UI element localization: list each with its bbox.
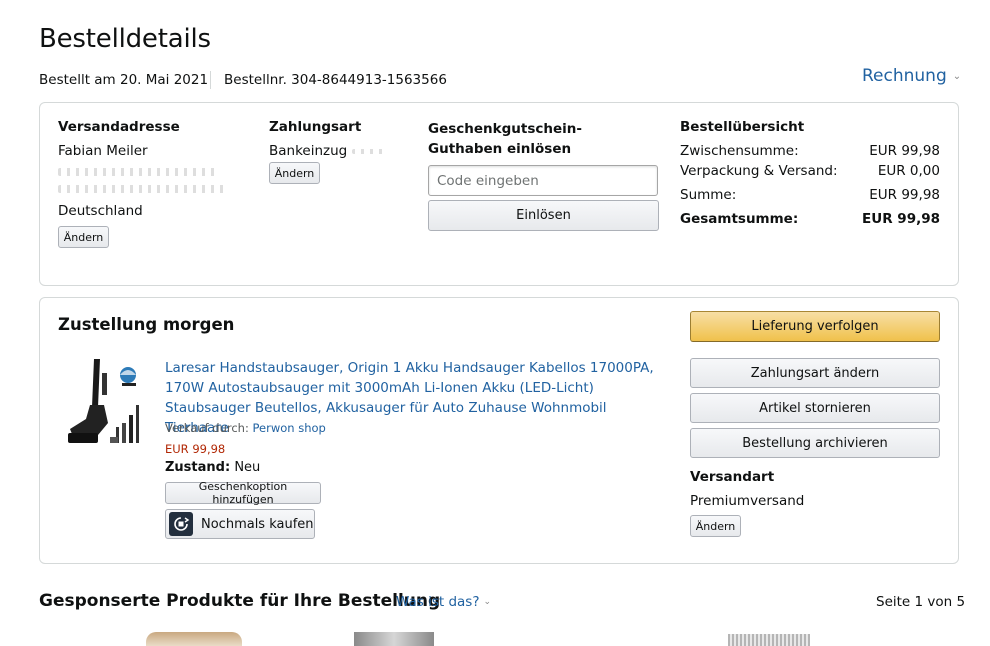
sponsored-heading: Gesponserte Produkte für Ihre Bestellung <box>39 591 441 611</box>
condition-label: Zustand: <box>165 460 231 475</box>
invoice-dropdown[interactable]: Rechnung ⌄ <box>862 66 961 86</box>
chevron-down-icon: ⌄ <box>952 71 962 82</box>
shipping-country: Deutschland <box>58 203 143 219</box>
page-title: Bestelldetails <box>39 24 211 54</box>
redacted-city <box>58 185 228 193</box>
sum-label: Summe: <box>680 187 737 203</box>
delivery-heading: Zustellung morgen <box>58 315 235 334</box>
buy-again-icon <box>169 512 193 536</box>
what-is-this-label[interactable]: Was ist das? <box>396 594 480 610</box>
shipping-cost-value: EUR 0,00 <box>877 163 940 179</box>
order-number: Bestellnr. 304-8644913-1563566 <box>224 72 447 88</box>
sponsored-product-image[interactable] <box>728 634 810 646</box>
product-price: EUR 99,98 <box>165 442 226 456</box>
order-overview-heading: Bestellübersicht <box>680 119 805 135</box>
chevron-down-icon: ⌄ <box>483 597 492 607</box>
grand-total-label: Gesamtsumme: <box>680 211 799 227</box>
payment-method: Bankeinzug <box>269 143 348 159</box>
shipping-type-heading: Versandart <box>690 469 775 485</box>
seller-line: Verkauf durch: Perwon shop <box>165 421 326 435</box>
redacted-street <box>58 168 218 176</box>
change-shipping-type-button[interactable]: Ändern <box>690 515 741 537</box>
shipping-address-heading: Versandadresse <box>58 119 180 135</box>
buy-again-button[interactable]: Nochmals kaufen <box>165 509 315 539</box>
pagination-label: Seite 1 von 5 <box>876 594 966 610</box>
vacuum-image <box>68 359 139 443</box>
change-payment-method-button[interactable]: Zahlungsart ändern <box>690 358 940 388</box>
shipping-cost-label: Verpackung & Versand: <box>680 163 838 179</box>
sum-row: Summe: EUR 99,98 <box>680 187 940 203</box>
order-date: Bestellt am 20. Mai 2021 <box>39 72 209 88</box>
change-payment-button[interactable]: Ändern <box>269 162 320 184</box>
condition-line: Zustand: Neu <box>165 460 260 475</box>
grand-total-value: EUR 99,98 <box>862 211 940 227</box>
add-gift-option-button[interactable]: Geschenkoption hinzufügen <box>165 480 321 506</box>
shipping-cost-row: Verpackung & Versand: EUR 0,00 <box>680 163 940 179</box>
meta-divider <box>210 71 211 89</box>
sold-by-label: Verkauf durch: <box>165 421 249 435</box>
archive-order-button[interactable]: Bestellung archivieren <box>690 428 940 458</box>
change-address-button[interactable]: Ändern <box>58 226 109 248</box>
product-image[interactable] <box>64 355 154 450</box>
sponsored-product-image[interactable] <box>146 632 242 646</box>
subtotal-row: Zwischensumme: EUR 99,98 <box>680 143 940 159</box>
seller-link[interactable]: Perwon shop <box>252 421 325 435</box>
what-is-this-link[interactable]: Was ist das? ⌄ <box>396 594 491 610</box>
shipping-type-value: Premiumversand <box>690 493 805 509</box>
gift-card-heading: Geschenkgutschein-Guthaben einlösen <box>428 121 583 157</box>
sponsored-product-image[interactable] <box>354 632 434 646</box>
track-package-button[interactable]: Lieferung verfolgen <box>690 311 940 342</box>
sum-value: EUR 99,98 <box>869 187 940 203</box>
invoice-link[interactable]: Rechnung <box>862 66 947 86</box>
shipping-name: Fabian Meiler <box>58 143 148 159</box>
redacted-account <box>352 149 386 154</box>
redeem-button[interactable]: Einlösen <box>428 200 659 231</box>
subtotal-value: EUR 99,98 <box>869 143 940 159</box>
payment-heading: Zahlungsart <box>269 119 362 135</box>
condition-value: Neu <box>234 460 261 475</box>
buy-again-label: Nochmals kaufen <box>201 516 314 532</box>
grand-total-row: Gesamtsumme: EUR 99,98 <box>680 211 940 227</box>
cancel-item-button[interactable]: Artikel stornieren <box>690 393 940 423</box>
subtotal-label: Zwischensumme: <box>680 143 799 159</box>
gift-code-input[interactable] <box>428 165 658 196</box>
